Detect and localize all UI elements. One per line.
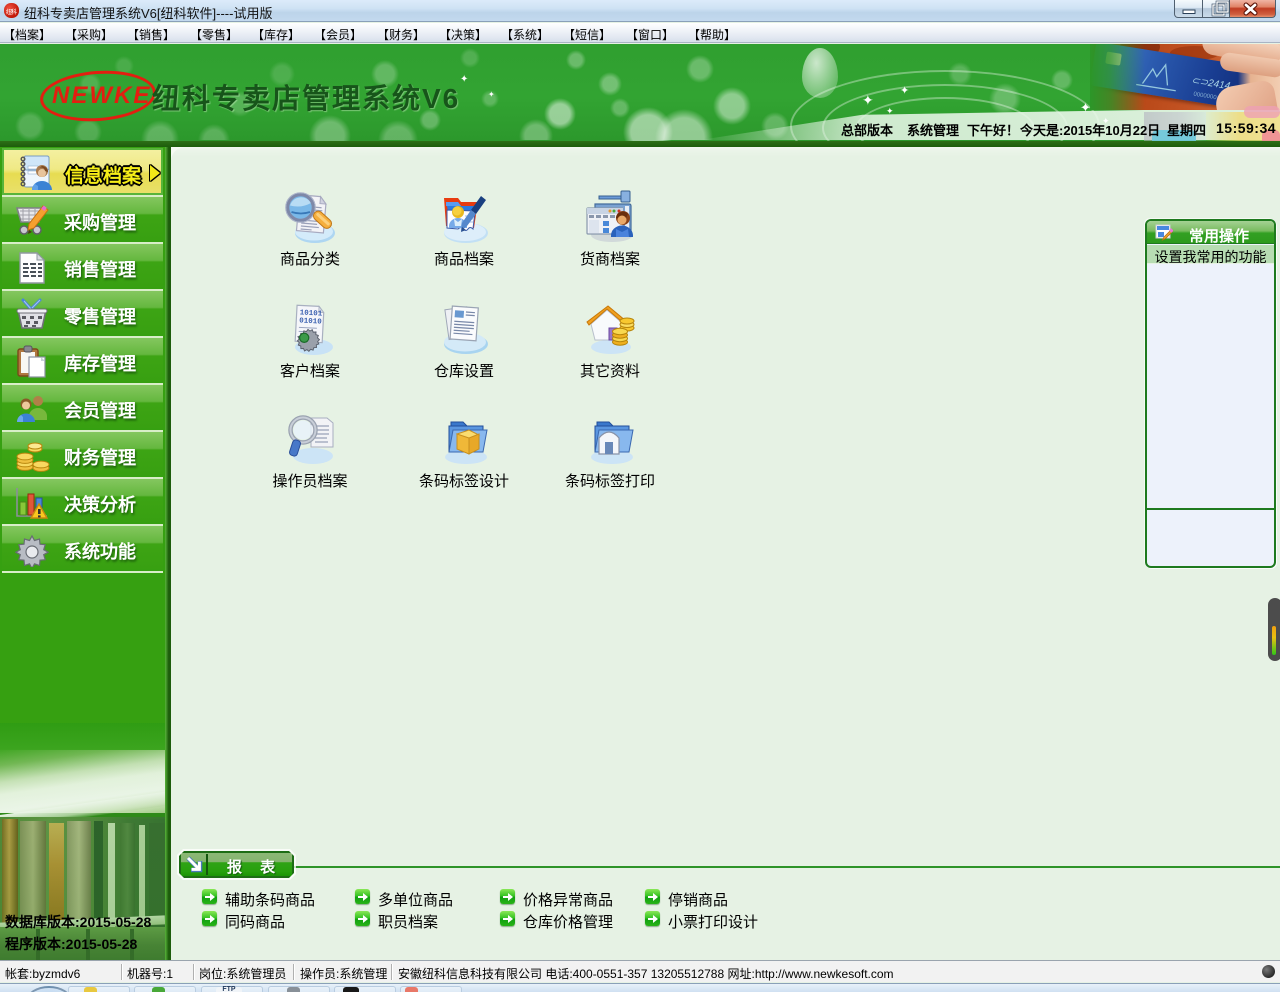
- svg-text:0000000: 0000000: [1193, 92, 1218, 102]
- svg-text:01010: 01010: [299, 317, 322, 326]
